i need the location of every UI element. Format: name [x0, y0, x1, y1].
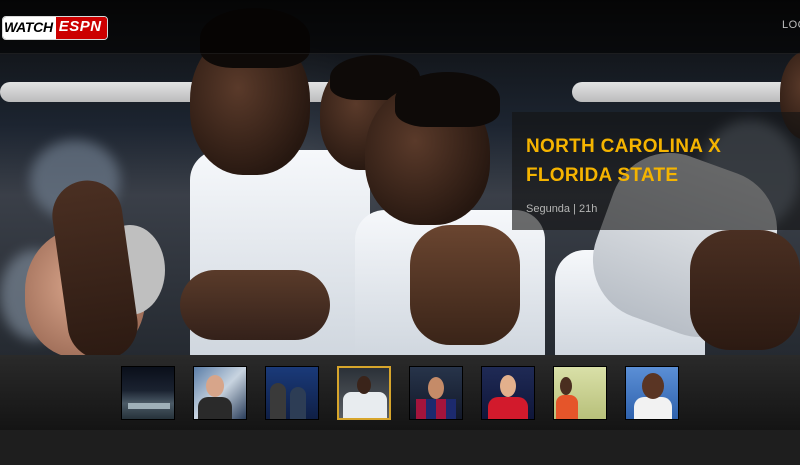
stadium-lights — [128, 403, 170, 409]
anchor-head — [206, 375, 224, 397]
player-head — [428, 377, 444, 399]
login-link[interactable]: LOGIN — [782, 19, 800, 31]
thumbnail-soccer-bayern[interactable] — [481, 366, 535, 420]
logo-watch-text: WATCH — [3, 17, 56, 39]
thumbnail-stadium[interactable] — [121, 366, 175, 420]
featured-info-panel[interactable]: NORTH CAROLINA X FLORIDA STATE Segunda |… — [512, 112, 800, 230]
thumbnail-studio-panel[interactable] — [265, 366, 319, 420]
barca-shirt — [416, 399, 456, 419]
bench-head — [357, 376, 371, 394]
logo-espn-text: ESPN — [55, 17, 107, 39]
thumbnail-athlete-orange[interactable] — [553, 366, 607, 420]
thumbnail-basketball-rockets[interactable] — [625, 366, 679, 420]
bench-jerseys — [343, 392, 387, 418]
bayern-shirt — [488, 397, 528, 419]
thumbnail-studio-anchor[interactable] — [193, 366, 247, 420]
panelist-1 — [270, 383, 286, 419]
featured-title[interactable]: NORTH CAROLINA X FLORIDA STATE — [526, 132, 786, 190]
watch-espn-logo[interactable]: WATCH ESPN — [2, 16, 108, 40]
rockets-jersey — [634, 397, 672, 419]
featured-schedule: Segunda | 21h — [526, 203, 598, 215]
orange-shirt — [556, 395, 578, 419]
thumbnail-basketball-bench[interactable] — [337, 366, 391, 420]
player-head — [642, 373, 664, 399]
footer-bar — [0, 430, 800, 465]
thumbnail-soccer-barcelona[interactable] — [409, 366, 463, 420]
thumbnail-carousel — [0, 355, 800, 430]
player-head — [500, 375, 516, 397]
athlete-head — [560, 377, 572, 395]
arena-light — [572, 82, 800, 102]
anchor-suit — [198, 397, 232, 419]
top-bar: WATCH ESPN LOGIN — [0, 0, 800, 54]
panelist-2 — [290, 387, 306, 419]
